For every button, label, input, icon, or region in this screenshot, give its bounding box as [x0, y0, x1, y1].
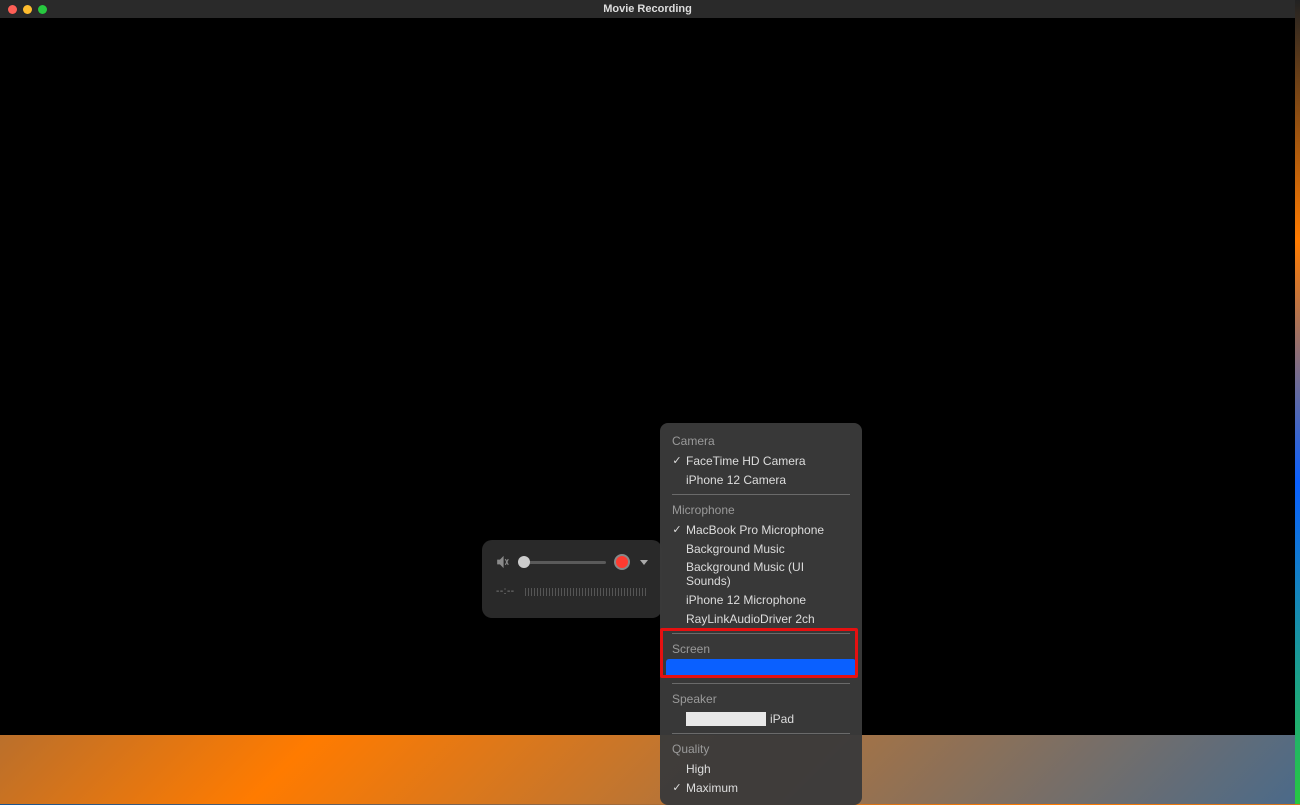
options-dropdown-caret[interactable] — [640, 560, 648, 565]
menu-item-label: RayLinkAudioDriver 2ch — [686, 612, 850, 626]
recording-options-menu: Camera ✓ FaceTime HD Camera iPhone 12 Ca… — [660, 423, 862, 805]
menu-separator — [672, 683, 850, 684]
quality-section-header: Quality — [666, 739, 856, 759]
screen-section-header: Screen — [666, 639, 856, 659]
recording-control-bar: --:-- — [482, 540, 662, 618]
checkmark-icon: ✓ — [672, 454, 682, 467]
checkmark-icon: ✓ — [672, 523, 682, 536]
mute-icon[interactable] — [496, 555, 510, 569]
menu-item-label: iPhone 12 Microphone — [686, 593, 850, 607]
volume-slider-thumb[interactable] — [518, 556, 530, 568]
menu-item-raylink-audio[interactable]: RayLinkAudioDriver 2ch — [666, 609, 856, 628]
checkmark-icon: ✓ — [672, 781, 682, 794]
time-row: --:-- — [496, 586, 648, 597]
menu-item-facetime-camera[interactable]: ✓ FaceTime HD Camera — [666, 451, 856, 470]
menu-separator — [672, 494, 850, 495]
minimize-button[interactable] — [23, 5, 32, 14]
menu-item-label: Maximum — [686, 781, 850, 795]
dock-sliver — [1295, 0, 1300, 804]
menu-item-macbook-mic[interactable]: ✓ MacBook Pro Microphone — [666, 520, 856, 539]
camera-section-header: Camera — [666, 431, 856, 451]
window-title: Movie Recording — [603, 3, 692, 15]
menu-separator — [672, 733, 850, 734]
movie-recording-window: Movie Recording — [0, 0, 1295, 735]
menu-item-background-music[interactable]: Background Music — [666, 539, 856, 558]
menu-item-label: MacBook Pro Microphone — [686, 523, 850, 537]
traffic-lights — [8, 5, 47, 14]
menu-item-screen-selected[interactable] — [666, 659, 856, 678]
menu-item-label: FaceTime HD Camera — [686, 454, 850, 468]
menu-item-label: High — [686, 762, 850, 776]
menu-item-speaker-ipad[interactable]: iPad — [666, 709, 856, 728]
menu-item-background-music-ui[interactable]: Background Music (UI Sounds) — [666, 558, 856, 590]
speaker-section-header: Speaker — [666, 689, 856, 709]
menu-item-quality-maximum[interactable]: ✓ Maximum — [666, 778, 856, 797]
audio-level-meter — [525, 588, 648, 596]
time-display: --:-- — [496, 586, 515, 597]
volume-slider[interactable] — [518, 561, 606, 564]
menu-item-quality-high[interactable]: High — [666, 759, 856, 778]
menu-item-iphone12-mic[interactable]: iPhone 12 Microphone — [666, 590, 856, 609]
video-preview-area — [0, 18, 1295, 735]
record-button[interactable] — [614, 554, 630, 570]
redacted-text — [686, 712, 766, 726]
menu-item-label: Background Music — [686, 542, 850, 556]
menu-item-iphone12-camera[interactable]: iPhone 12 Camera — [666, 470, 856, 489]
close-button[interactable] — [8, 5, 17, 14]
zoom-button[interactable] — [38, 5, 47, 14]
menu-item-label: Background Music (UI Sounds) — [686, 560, 850, 588]
menu-item-label: iPad — [770, 712, 794, 726]
volume-row — [496, 554, 648, 570]
menu-item-label: iPhone 12 Camera — [686, 473, 850, 487]
menu-separator — [672, 633, 850, 634]
window-titlebar: Movie Recording — [0, 0, 1295, 18]
microphone-section-header: Microphone — [666, 500, 856, 520]
